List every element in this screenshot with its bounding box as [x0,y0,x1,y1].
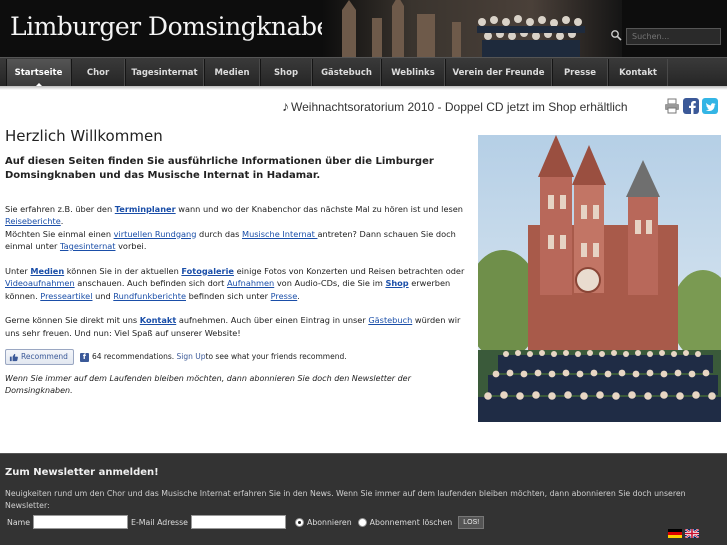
fb-signup-link[interactable]: Sign Up [177,351,206,364]
submit-button[interactable]: LOS! [458,515,485,529]
intro-text: Auf diesen Seiten finden Sie ausführlich… [5,155,434,181]
music-note-icon: ♪ [282,98,289,114]
text: . [60,216,64,226]
text: durch das [196,228,242,239]
header-banner-image [322,0,622,57]
nav-item-kontakt[interactable]: Kontakt [608,59,668,86]
nav-item-presse[interactable]: Presse [552,59,608,86]
nav-shadow [0,86,727,90]
link-tagesinternat[interactable]: Tagesinternat [60,241,116,251]
link-virtueller-rundgang[interactable]: virtuellen Rundgang [114,229,197,239]
text: to see what your friends recommend. [205,351,347,361]
facebook-icon[interactable] [683,98,699,114]
newsletter-form: Name E-Mail Adresse Abonnieren Abonnemen… [7,515,485,529]
recommend-label: Recommend [21,351,68,361]
subscribe-label: Abonnieren [306,517,352,527]
thumbs-up-icon [9,353,18,361]
subscribe-radio[interactable] [294,517,304,527]
email-field[interactable] [190,515,286,529]
newsletter-description: Neuigkeiten rund um den Chor und das Mus… [5,489,686,510]
text: wann und wo der Knabenchor das nächste M… [175,203,463,214]
paragraph-1: Sie erfahren z.B. über den Terminplaner … [5,203,470,253]
german-flag-icon[interactable] [668,529,682,538]
nav-item-gaestebuch[interactable]: Gästebuch [312,59,381,86]
nav-item-verein-der-freunde[interactable]: Verein der Freunde [445,59,552,86]
print-icon[interactable] [664,98,680,114]
english-flag-icon[interactable] [685,529,699,538]
text: aufnehmen. Auch über einen Eintrag in un… [176,315,369,325]
news-ticker[interactable]: ♪ Weihnachtsoratorium 2010 - Doppel CD je… [282,98,628,114]
text: von Audio-CDs, die Sie im [274,278,386,288]
cathedral-choir-photo [478,135,721,422]
text: Unter [5,265,31,276]
nav-item-startseite[interactable]: Startseite [6,59,71,87]
text: anschauen. Auch befinden sich dort [74,278,227,288]
name-field[interactable] [33,515,129,529]
site-title[interactable]: Limburger Domsingknaben [10,12,347,41]
page-title: Herzlich Willkommen [5,127,163,145]
recommend-count: 64 recommendations. [91,351,175,361]
link-presse[interactable]: Presse [271,291,298,301]
twitter-icon[interactable] [702,98,718,114]
nav-item-weblinks[interactable]: Weblinks [381,59,445,86]
unsubscribe-label: Abonnement löschen [369,517,453,527]
search-input[interactable] [626,28,721,45]
newsletter-note: Wenn Sie immer auf dem Laufenden bleiben… [5,374,411,395]
link-medien[interactable]: Medien [30,266,64,276]
text: vorbei. [115,241,147,251]
link-terminplaner[interactable]: Terminplaner [115,204,176,214]
link-gaestebuch[interactable]: Gästebuch [368,315,412,325]
nav-item-tagesinternat[interactable]: Tagesinternat [125,59,204,86]
link-rundfunkberichte[interactable]: Rundfunkberichte [113,291,186,301]
newsletter-heading: Zum Newsletter anmelden! [5,467,159,478]
nav-item-chor[interactable]: Chor [71,59,125,86]
main-content: Herzlich Willkommen Auf diesen Seiten fi… [5,127,470,397]
search-icon[interactable] [610,29,622,41]
site-header: Limburger Domsingknaben [0,0,727,57]
text: befinden sich unter [186,290,271,301]
text: . [297,290,300,301]
nav-item-shop[interactable]: Shop [260,59,312,86]
facebook-recommend-widget: Recommend f 64 recommendations. Sign Up … [5,349,470,365]
text: Sie erfahren z.B. über den [5,203,115,214]
unsubscribe-radio[interactable] [357,517,367,527]
text: können Sie in der aktuellen [64,265,182,276]
recommend-button[interactable]: Recommend [5,349,74,365]
text: einige Fotos von Konzerten und Reisen be… [233,265,465,276]
facebook-small-icon: f [79,352,89,362]
text: und [92,290,114,301]
ticker-text[interactable]: Weihnachtsoratorium 2010 - Doppel CD jet… [291,100,628,114]
link-presseartikel[interactable]: Presseartikel [40,291,92,301]
link-fotogalerie[interactable]: Fotogalerie [181,266,234,276]
link-kontakt[interactable]: Kontakt [140,315,176,325]
main-navigation: Startseite Chor Tagesinternat Medien Sho… [0,57,727,87]
link-aufnahmen[interactable]: Aufnahmen [227,278,274,288]
text: Möchten Sie einmal einen [5,228,114,239]
link-reiseberichte[interactable]: Reiseberichte [5,216,61,226]
newsletter-footer: Zum Newsletter anmelden! Neuigkeiten run… [0,453,727,545]
nav-item-medien[interactable]: Medien [204,59,260,86]
text: Gerne können Sie direkt mit uns [5,315,140,325]
link-videoaufnahmen[interactable]: Videoaufnahmen [5,278,75,288]
name-label: Name [7,517,31,527]
email-label: E-Mail Adresse [131,517,188,527]
link-musisches-internat[interactable]: Musische Internat [242,229,317,239]
link-shop[interactable]: Shop [385,278,408,288]
paragraph-3: Gerne können Sie direkt mit uns Kontakt … [5,314,470,339]
paragraph-2: Unter Medien können Sie in der aktuellen… [5,265,470,303]
